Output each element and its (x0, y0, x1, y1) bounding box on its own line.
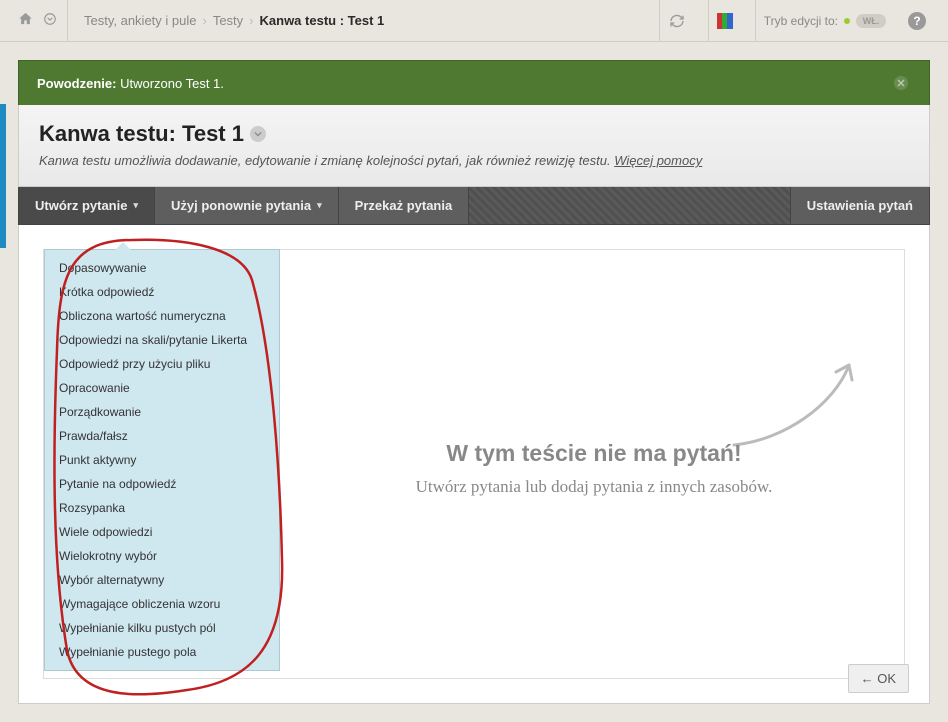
theme-button[interactable] (708, 0, 741, 41)
empty-subtext: Utwórz pytania lub dodaj pytania z innyc… (324, 477, 864, 497)
home-icon[interactable] (18, 11, 33, 30)
chevron-down-icon: ▾ (133, 200, 138, 211)
question-type-item[interactable]: Odpowiedzi na skali/pytanie Likerta (45, 328, 279, 352)
sidebar-toggle-icon[interactable] (43, 12, 57, 30)
question-type-item[interactable]: Prawda/fałsz (45, 424, 279, 448)
question-type-item[interactable]: Odpowiedź przy użyciu pliku (45, 352, 279, 376)
help-icon[interactable]: ? (908, 12, 926, 30)
ok-button[interactable]: ← OK (848, 664, 909, 693)
breadcrumb-item-2[interactable]: Testy (213, 13, 243, 28)
question-type-item[interactable]: Wypełnianie pustego pola (45, 640, 279, 664)
create-question-button[interactable]: Utwórz pytanie ▾ (19, 187, 155, 224)
chevron-down-icon: ▾ (317, 200, 322, 211)
action-bar: Utwórz pytanie ▾ Użyj ponownie pytania ▾… (18, 187, 930, 225)
left-accent (0, 104, 6, 248)
question-type-item[interactable]: Wymagające obliczenia wzoru (45, 592, 279, 616)
page-title: Kanwa testu: Test 1 (39, 121, 909, 147)
breadcrumb-item-1[interactable]: Testy, ankiety i pule (84, 13, 196, 28)
question-type-item[interactable]: Porządkowanie (45, 400, 279, 424)
title-options-icon[interactable] (250, 126, 266, 142)
canvas-area: DopasowywanieKrótka odpowiedźObliczona w… (43, 249, 905, 679)
refresh-button[interactable] (659, 0, 694, 41)
breadcrumb: Testy, ankiety i pule › Testy › Kanwa te… (68, 13, 653, 28)
success-banner: Powodzenie: Utworzono Test 1. (18, 60, 930, 105)
question-type-item[interactable]: Punkt aktywny (45, 448, 279, 472)
question-type-item[interactable]: Wypełnianie kilku pustych pól (45, 616, 279, 640)
question-type-item[interactable]: Wiele odpowiedzi (45, 520, 279, 544)
question-type-item[interactable]: Dopasowywanie (45, 256, 279, 280)
more-help-link[interactable]: Więcej pomocy (614, 153, 702, 168)
question-type-item[interactable]: Wybór alternatywny (45, 568, 279, 592)
edit-mode-toggle[interactable]: Tryb edycji to: WŁ. (755, 0, 894, 41)
close-success-icon[interactable] (891, 73, 911, 93)
question-type-item[interactable]: Obliczona wartość numeryczna (45, 304, 279, 328)
question-type-item[interactable]: Krótka odpowiedź (45, 280, 279, 304)
reuse-question-button[interactable]: Użyj ponownie pytania ▾ (155, 187, 339, 224)
breadcrumb-current: Kanwa testu : Test 1 (260, 13, 385, 28)
empty-heading: W tym teście nie ma pytań! (324, 440, 864, 467)
question-type-item[interactable]: Wielokrotny wybór (45, 544, 279, 568)
create-question-dropdown: DopasowywanieKrótka odpowiedźObliczona w… (44, 249, 280, 671)
page-description: Kanwa testu umożliwia dodawanie, edytowa… (39, 153, 909, 168)
upload-questions-button[interactable]: Przekaż pytania (339, 187, 470, 224)
question-type-item[interactable]: Rozsypanka (45, 496, 279, 520)
question-settings-button[interactable]: Ustawienia pytań (790, 187, 929, 224)
pointer-arrow-icon (724, 350, 864, 450)
question-type-item[interactable]: Opracowanie (45, 376, 279, 400)
question-type-item[interactable]: Pytanie na odpowiedź (45, 472, 279, 496)
